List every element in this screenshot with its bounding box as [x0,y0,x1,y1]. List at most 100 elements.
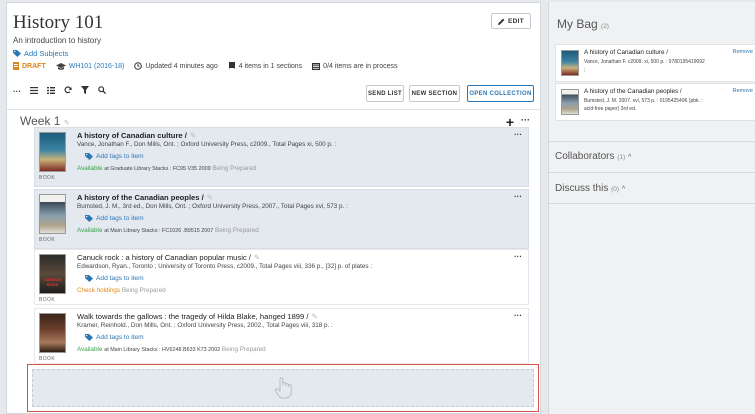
items-count: 4 items in 1 sections [238,62,303,70]
item-title[interactable]: Canuck rock : a history of Canadian popu… [77,253,260,262]
book-cover-image [561,89,579,115]
list-item[interactable]: BOOK A history of Canadian culture / ✎ Va… [34,127,529,187]
bag-item-meta: Bumsted, J. M. 2007. xvi, 573 p. : 01954… [584,98,703,112]
collaborators-toggle[interactable]: Collaborators (1) ^ [555,151,631,162]
collaborators-count: (1) [617,154,626,161]
item-title[interactable]: Walk towards the gallows : the tragedy o… [77,312,318,321]
book-icon [228,62,235,69]
more-options-icon[interactable]: ··· [13,87,21,96]
tag-icon [85,334,93,341]
item-type: BOOK [39,356,56,362]
tag-icon [85,275,93,282]
item-meta: Edwardson, Ryan., Toronto ; University o… [77,263,373,270]
tag-icon [13,50,21,57]
course-title: History 101 [13,12,104,33]
drop-zone-highlight [27,364,539,412]
my-bag-title: My Bag (2) [557,17,609,31]
chevron-up-icon: ^ [621,186,626,193]
filter-icon[interactable] [81,86,89,96]
item-more-icon[interactable]: ··· [514,252,522,261]
my-bag-count: (2) [601,23,609,30]
clock-icon [134,62,143,70]
add-tags-link[interactable]: Add tags to item [85,275,144,282]
bag-item[interactable]: A history of the Canadian peoples / Bums… [555,83,755,121]
open-collection-button[interactable]: OPEN COLLECTION [467,85,534,102]
pencil-icon [497,18,505,25]
item-type: BOOK [39,175,56,181]
edit-icon[interactable]: ✎ [207,193,213,202]
sidebar-divider [549,203,755,204]
remove-link[interactable]: Remove [733,88,753,94]
item-more-icon[interactable]: ··· [514,311,522,320]
book-cover-image [39,132,66,172]
section-more-icon[interactable]: ··· [521,115,530,125]
edit-button[interactable]: EDIT [491,13,531,29]
draft-status: DRAFT [22,62,46,70]
item-meta: Kramer, Reinhold., Don Mills, Ont. ; Oxf… [77,322,333,329]
in-process-count: 0/4 items are in process [323,62,398,70]
section-title[interactable]: Week 1 ✎ [20,114,70,128]
discuss-toggle[interactable]: Discuss this (0) ^ [555,183,625,194]
course-status-line: DRAFT WH101 (2016-18) Updated 4 minutes … [13,62,397,70]
list-item[interactable]: BOOK Walk towards the gallows : the trag… [34,308,529,364]
availability: Available at Main Library Stacks : HV624… [77,346,266,353]
chevron-up-icon: ^ [628,154,632,161]
book-cover-image: CANUCK ROCK [39,254,66,294]
availability-status: Available [77,227,103,234]
updated-text: Updated 4 minutes ago [145,62,218,70]
list-toolbar: ··· [13,86,107,96]
list-item[interactable]: CANUCK ROCK BOOK Canuck rock : a history… [34,249,529,305]
item-type: BOOK [39,297,56,303]
add-tags-link[interactable]: Add tags to item [85,215,144,222]
compact-view-icon[interactable] [47,86,55,96]
bag-item-title: A history of the Canadian peoples / [584,88,682,95]
refresh-icon[interactable] [64,86,72,96]
availability-status: Available [77,165,103,172]
bag-item[interactable]: A history of Canadian culture / Vance, J… [555,44,755,82]
book-cover-image [39,194,66,234]
new-section-button[interactable]: NEW SECTION [409,85,460,102]
course-subtitle: An introduction to history [13,36,102,45]
item-more-icon[interactable]: ··· [514,192,522,201]
item-type: BOOK [39,237,56,243]
section-edit-icon[interactable]: ✎ [64,120,70,127]
processing-status: Being Prepared [221,346,266,353]
add-tags-link[interactable]: Add tags to item [85,153,144,160]
check-holdings-link[interactable]: Check holdings [77,287,120,294]
list-view-icon[interactable] [30,86,38,96]
right-sidebar: My Bag (2) A history of Canadian culture… [548,2,755,414]
item-title[interactable]: A history of Canadian culture / ✎ [77,131,196,140]
item-more-icon[interactable]: ··· [514,130,522,139]
bag-item-meta: Vance, Jonathan F. c2009. xi, 500 p. : 9… [584,59,705,73]
item-location: at Main Library Stacks : FC1026 .B9515 2… [104,228,214,234]
drop-zone[interactable] [32,369,534,407]
add-subjects-label: Add Subjects [24,49,69,58]
availability: Available at Main Library Stacks : FC102… [77,227,259,234]
draft-icon [13,62,19,70]
edit-icon[interactable]: ✎ [190,131,196,140]
list-icon [312,62,321,70]
edit-icon[interactable]: ✎ [254,253,260,262]
section-title-text: Week 1 [20,114,61,128]
discuss-count: (0) [611,186,620,193]
processing-status: Being Prepared [215,227,259,234]
item-title[interactable]: A history of the Canadian peoples / ✎ [77,193,213,202]
bag-item-title: A history of Canadian culture / [584,49,669,56]
tag-icon [85,215,93,222]
course-panel: History 101 An introduction to history A… [6,2,541,414]
search-icon[interactable] [98,86,107,96]
list-item[interactable]: BOOK A history of the Canadian peoples /… [34,189,529,249]
course-code-link[interactable]: WH101 (2016-18) [69,63,125,70]
edit-button-label: EDIT [507,17,524,25]
processing-status: Being Prepared [121,287,166,294]
edit-icon[interactable]: ✎ [311,312,317,321]
remove-link[interactable]: Remove [733,49,753,55]
processing-status: Being Prepared [212,165,257,172]
item-location: at Main Library Stacks : HV6248.B633 K73… [104,347,221,353]
add-tags-link[interactable]: Add tags to item [85,334,144,341]
hand-pointer-icon [274,377,292,399]
item-meta: Vance, Jonathan F., Don Mills, Ont. ; Ox… [77,141,337,148]
send-list-button[interactable]: SEND LIST [366,85,404,102]
item-location: at Graduate Library Stacks : FC95 V35 20… [104,166,211,172]
add-subjects-link[interactable]: Add Subjects [13,49,68,58]
